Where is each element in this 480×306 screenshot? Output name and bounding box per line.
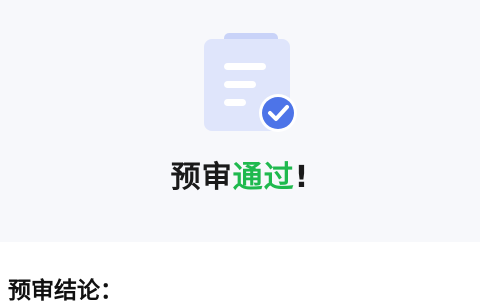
result-title-prefix: 预审 [170, 160, 233, 195]
result-title: 预审通过! [0, 158, 480, 198]
clipboard-check-icon [204, 33, 302, 133]
result-title-highlight: 通过 [232, 160, 295, 195]
result-hero: 预审通过! [0, 0, 480, 242]
result-title-suffix: ! [294, 160, 310, 195]
section-label-conclusion: 预审结论： [8, 278, 123, 304]
section-divider [0, 242, 480, 248]
